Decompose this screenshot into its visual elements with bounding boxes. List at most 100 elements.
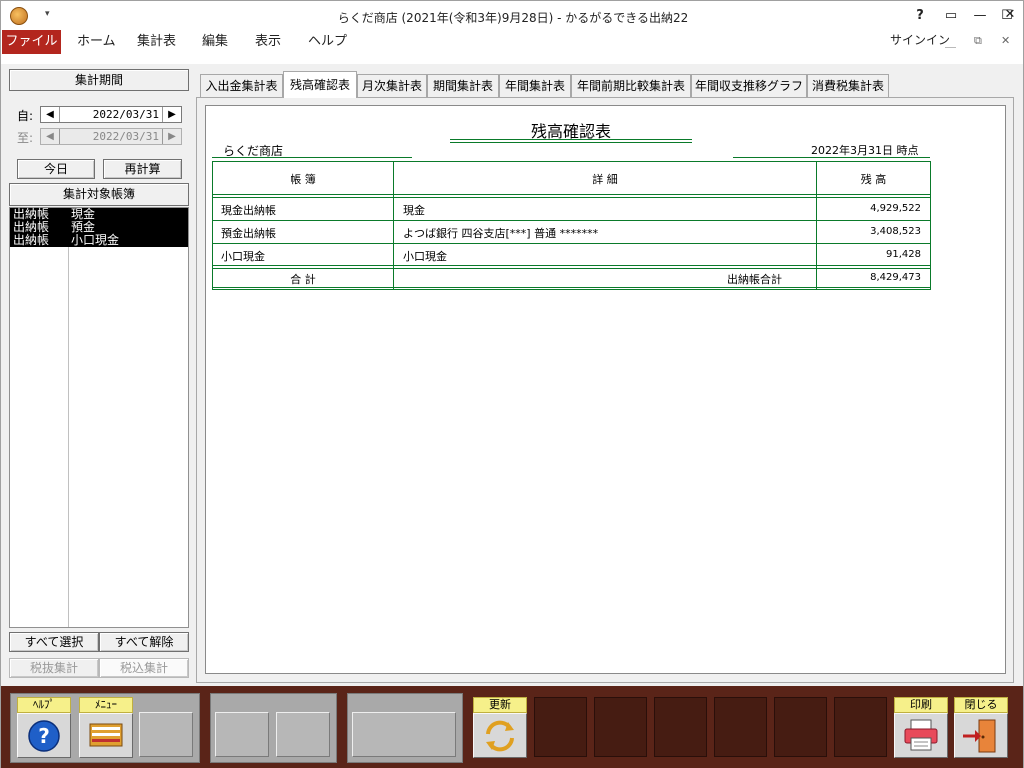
doc-close-icon[interactable]: ✕ bbox=[1001, 34, 1010, 47]
menu-home[interactable]: ホーム bbox=[77, 30, 116, 54]
doc-restore-icon[interactable]: ⧉ bbox=[974, 34, 982, 48]
column-header-balance: 残 高 bbox=[860, 173, 887, 186]
help-icon[interactable]: ? bbox=[907, 5, 933, 27]
tab-annual-trend-graph[interactable]: 年間収支推移グラフ bbox=[691, 74, 807, 97]
menu-button[interactable] bbox=[79, 713, 133, 758]
refresh-button[interactable] bbox=[473, 713, 527, 758]
help-button[interactable]: ? bbox=[17, 713, 71, 758]
menu-view[interactable]: 表示 bbox=[255, 30, 281, 54]
menu-bar: ファイル ホーム 集計表 編集 表示 ヘルプ サインイン ＿ ⧉ ✕ bbox=[0, 30, 1024, 54]
empty-toolbar-slot bbox=[654, 697, 707, 757]
select-all-button[interactable]: すべて選択 bbox=[9, 632, 99, 652]
tab-monthly-summary[interactable]: 月次集計表 bbox=[357, 74, 427, 97]
table-cell-detail: 現金 bbox=[403, 204, 425, 217]
tab-cash-flow-summary[interactable]: 入出金集計表 bbox=[200, 74, 283, 97]
table-rule bbox=[212, 194, 931, 195]
title-bar: ▾ らくだ商店 (2021年(令和3年)9月28日) - かるがるできる出納22… bbox=[0, 0, 1024, 30]
empty-toolbar-slot bbox=[534, 697, 587, 757]
list-item[interactable]: 出納帳 小口現金 bbox=[10, 234, 188, 247]
total-label: 合 計 bbox=[290, 273, 316, 286]
total-detail: 出納帳合計 bbox=[727, 273, 782, 286]
tax-excluded-toggle[interactable]: 税抜集計 bbox=[9, 658, 99, 678]
to-date-value: 2022/03/31 bbox=[59, 129, 163, 144]
to-date-picker: ◀ 2022/03/31 ▶ bbox=[40, 128, 182, 145]
empty-toolbar-slot bbox=[834, 697, 887, 757]
prev-date-arrow-icon[interactable]: ◀ bbox=[43, 108, 57, 121]
table-cell-balance: 4,929,522 bbox=[870, 203, 921, 214]
ledger-list[interactable]: 出納帳 現金 出納帳 預金 出納帳 小口現金 bbox=[9, 207, 189, 628]
shop-underline bbox=[212, 157, 412, 158]
to-date-label: 至: bbox=[17, 131, 34, 145]
menu-summary[interactable]: 集計表 bbox=[137, 30, 176, 54]
sign-in-link[interactable]: サインイン bbox=[890, 31, 950, 48]
empty-toolbar-slot bbox=[215, 712, 269, 757]
period-header: 集計期間 bbox=[9, 69, 189, 91]
table-rule bbox=[212, 268, 931, 269]
print-button[interactable] bbox=[894, 713, 948, 758]
column-header-book: 帳 簿 bbox=[290, 173, 316, 186]
list-column-separator bbox=[68, 208, 69, 627]
table-cell-detail: 小口現金 bbox=[403, 250, 447, 263]
tab-period-summary[interactable]: 期間集計表 bbox=[427, 74, 499, 97]
refresh-button-label: 更新 bbox=[473, 697, 527, 713]
table-rule bbox=[212, 243, 931, 244]
table-rule bbox=[212, 197, 931, 198]
empty-toolbar-slot bbox=[139, 712, 193, 757]
table-cell-detail: よつば銀行 四谷支店[***] 普通 ******* bbox=[403, 227, 599, 240]
next-date-arrow-icon[interactable]: ▶ bbox=[165, 108, 179, 121]
tab-annual-summary[interactable]: 年間集計表 bbox=[499, 74, 571, 97]
empty-toolbar-slot bbox=[276, 712, 330, 757]
table-cell-book: 預金出納帳 bbox=[221, 227, 276, 240]
refresh-icon bbox=[486, 720, 514, 752]
ledger-name: 小口現金 bbox=[71, 233, 120, 247]
close-button-label: 閉じる bbox=[954, 697, 1008, 713]
table-cell-book: 小口現金 bbox=[221, 250, 265, 263]
table-cell-book: 現金出納帳 bbox=[221, 204, 276, 217]
empty-toolbar-slot bbox=[774, 697, 827, 757]
close-button[interactable] bbox=[954, 713, 1008, 758]
deselect-all-button[interactable]: すべて解除 bbox=[99, 632, 189, 652]
minimize-window-button[interactable]: — bbox=[967, 5, 993, 27]
from-date-picker[interactable]: ◀ 2022/03/31 ▶ bbox=[40, 106, 182, 123]
ledgers-header: 集計対象帳簿 bbox=[9, 183, 189, 206]
empty-toolbar-slot bbox=[352, 712, 456, 757]
table-rule bbox=[212, 265, 931, 266]
title-underline bbox=[450, 139, 692, 140]
question-icon: ? bbox=[28, 720, 60, 752]
today-button[interactable]: 今日 bbox=[17, 159, 95, 179]
doc-minimize-icon[interactable]: ＿ bbox=[945, 34, 956, 50]
tab-annual-comparison[interactable]: 年間前期比較集計表 bbox=[571, 74, 691, 97]
svg-text:?: ? bbox=[38, 724, 50, 748]
table-cell-balance: 3,408,523 bbox=[870, 226, 921, 237]
tax-included-toggle[interactable]: 税込集計 bbox=[99, 658, 189, 678]
window-title: らくだ商店 (2021年(令和3年)9月28日) - かるがるできる出納22 bbox=[337, 11, 689, 25]
empty-toolbar-slot bbox=[594, 697, 647, 757]
tab-consumption-tax-summary[interactable]: 消費税集計表 bbox=[807, 74, 889, 97]
menu-board-icon bbox=[89, 723, 123, 747]
printer-icon bbox=[904, 719, 938, 751]
recalculate-button[interactable]: 再計算 bbox=[103, 159, 182, 179]
empty-toolbar-slot bbox=[714, 697, 767, 757]
table-rule bbox=[212, 287, 931, 288]
menu-button-label: ﾒﾆｭｰ bbox=[79, 697, 133, 713]
menu-edit[interactable]: 編集 bbox=[202, 30, 228, 54]
menu-divider bbox=[0, 54, 1024, 64]
menu-file[interactable]: ファイル bbox=[2, 30, 61, 54]
from-date-label: 自: bbox=[17, 109, 34, 123]
column-header-detail: 詳 細 bbox=[592, 173, 618, 186]
help-button-label: ﾍﾙﾌﾟ bbox=[17, 697, 71, 713]
table-rule bbox=[212, 220, 931, 221]
ribbon-display-icon[interactable]: ▭ bbox=[938, 5, 964, 27]
total-balance: 8,429,473 bbox=[870, 272, 921, 283]
as-of-underline bbox=[733, 157, 930, 158]
exit-door-icon bbox=[963, 719, 996, 753]
close-window-icon[interactable]: ✕ bbox=[998, 4, 1022, 26]
from-date-value[interactable]: 2022/03/31 bbox=[59, 107, 163, 122]
prev-date-arrow-icon: ◀ bbox=[46, 131, 54, 142]
tab-balance-check[interactable]: 残高確認表 bbox=[283, 71, 357, 98]
title-underline bbox=[450, 142, 692, 143]
menu-help[interactable]: ヘルプ bbox=[308, 30, 347, 54]
next-date-arrow-icon: ▶ bbox=[168, 131, 176, 142]
as-of-date: 2022年3月31日 時点 bbox=[811, 144, 919, 157]
print-button-label: 印刷 bbox=[894, 697, 948, 713]
